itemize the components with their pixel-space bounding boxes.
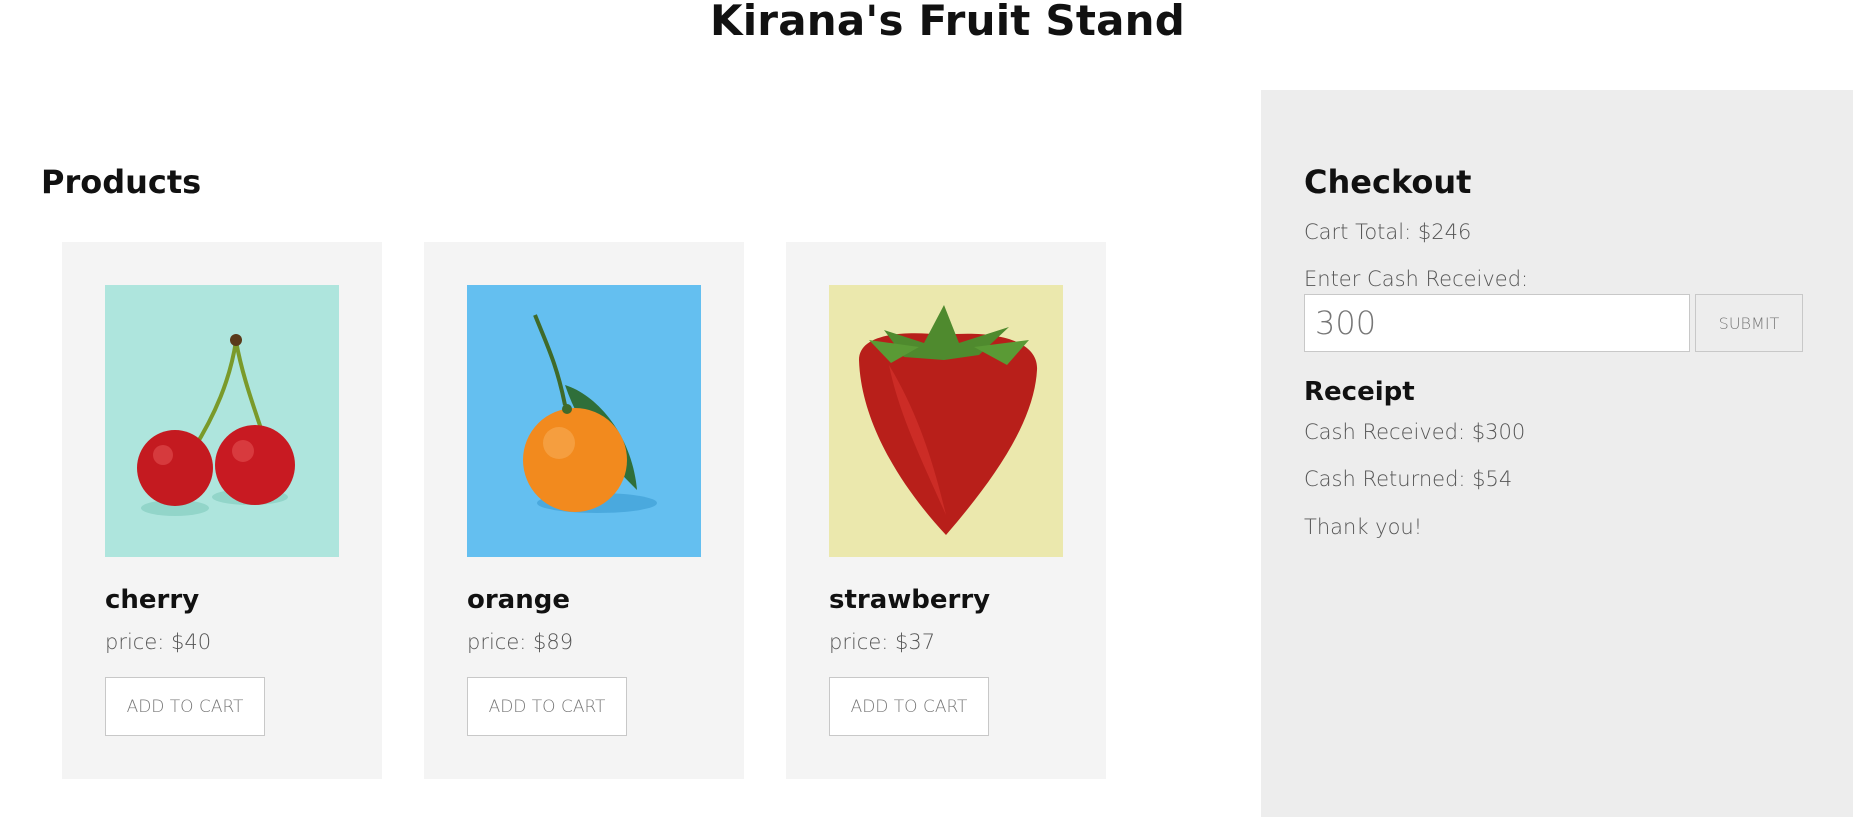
receipt-thanks: Thank you! bbox=[1304, 515, 1423, 539]
price-value: $37 bbox=[895, 630, 936, 654]
product-name: strawberry bbox=[829, 585, 991, 615]
cash-received-input[interactable] bbox=[1304, 294, 1690, 352]
product-price: price: $37 bbox=[829, 630, 935, 654]
price-label: price: bbox=[829, 630, 889, 654]
strawberry-image bbox=[829, 285, 1063, 557]
cash-received-label: Enter Cash Received: bbox=[1304, 267, 1529, 291]
price-label: price: bbox=[467, 630, 527, 654]
product-card-strawberry: strawberry price: $37 ADD TO CART bbox=[786, 242, 1106, 779]
submit-button[interactable]: SUBMIT bbox=[1695, 294, 1803, 352]
receipt-cash-returned: Cash Returned: $54 bbox=[1304, 467, 1512, 491]
receipt-cash-returned-label: Cash Returned: bbox=[1304, 467, 1466, 491]
product-name: cherry bbox=[105, 585, 200, 615]
add-to-cart-button[interactable]: ADD TO CART bbox=[105, 677, 265, 736]
price-value: $40 bbox=[171, 630, 212, 654]
product-price: price: $40 bbox=[105, 630, 211, 654]
strawberry-illustration bbox=[829, 285, 1063, 557]
price-value: $89 bbox=[533, 630, 574, 654]
products-heading: Products bbox=[41, 163, 202, 201]
receipt-heading: Receipt bbox=[1304, 377, 1415, 407]
receipt-cash-returned-value: $54 bbox=[1472, 467, 1513, 491]
product-price: price: $89 bbox=[467, 630, 573, 654]
receipt-cash-received-label: Cash Received: bbox=[1304, 420, 1466, 444]
cart-total-value: $246 bbox=[1417, 220, 1472, 244]
checkout-heading: Checkout bbox=[1304, 163, 1472, 201]
product-card-orange: orange price: $89 ADD TO CART bbox=[424, 242, 744, 779]
receipt-cash-received: Cash Received: $300 bbox=[1304, 420, 1525, 444]
page-title: Kirana's Fruit Stand bbox=[709, 0, 1186, 45]
cart-total: Cart Total: $246 bbox=[1304, 220, 1471, 244]
orange-illustration bbox=[467, 285, 701, 557]
cart-total-label: Cart Total: bbox=[1304, 220, 1412, 244]
cherry-image bbox=[105, 285, 339, 557]
checkout-panel: Checkout Cart Total: $246 Enter Cash Rec… bbox=[1261, 90, 1853, 817]
add-to-cart-button[interactable]: ADD TO CART bbox=[829, 677, 989, 736]
orange-image bbox=[467, 285, 701, 557]
product-name: orange bbox=[467, 585, 570, 615]
product-card-cherry: cherry price: $40 ADD TO CART bbox=[62, 242, 382, 779]
add-to-cart-button[interactable]: ADD TO CART bbox=[467, 677, 627, 736]
price-label: price: bbox=[105, 630, 165, 654]
receipt-cash-received-value: $300 bbox=[1471, 420, 1526, 444]
cherry-illustration bbox=[105, 285, 339, 557]
